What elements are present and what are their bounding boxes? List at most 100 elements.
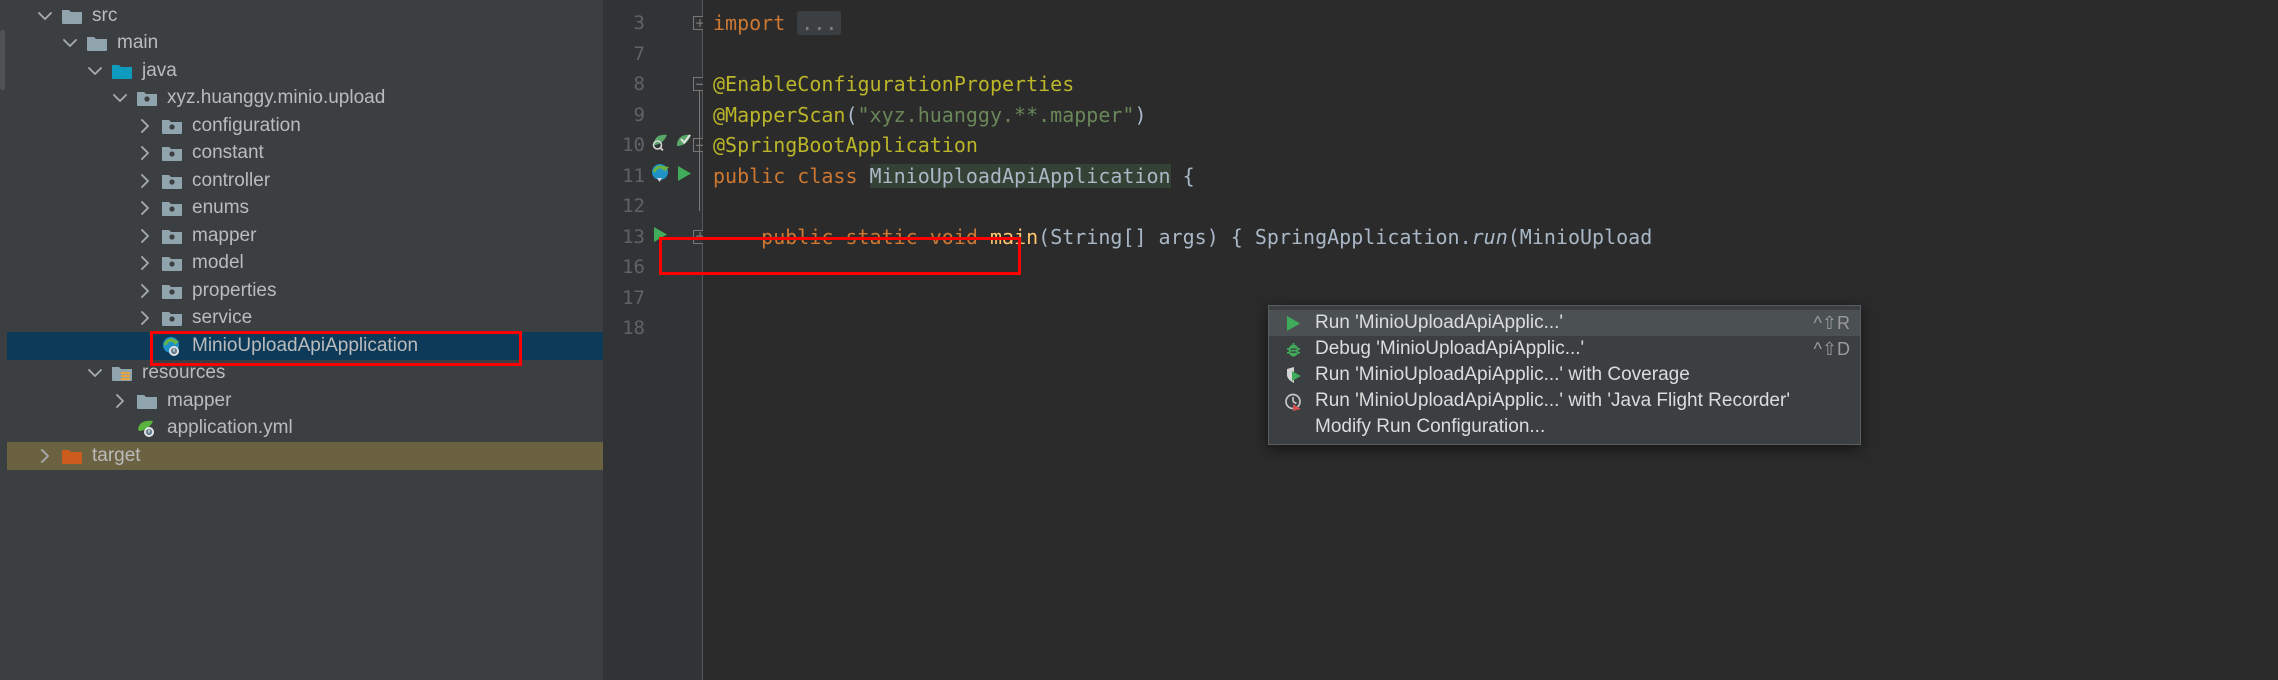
tree-item-xyz-huanggy-minio-upload[interactable]: xyz.huanggy.minio.upload xyxy=(7,85,603,113)
run-gutter-icon[interactable] xyxy=(675,164,694,188)
spring-bean-check-icon[interactable] xyxy=(674,133,693,157)
run-menu-item-label: Run 'MinioUploadApiApplic...' xyxy=(1315,312,1564,333)
code-line-11[interactable]: public class MinioUploadApiApplication { xyxy=(713,161,1195,192)
chevron-right-icon[interactable] xyxy=(135,171,155,191)
tree-item-miniouploadapiapplication[interactable]: MinioUploadApiApplication xyxy=(7,332,603,360)
package-icon xyxy=(161,143,185,163)
tree-item-label: MinioUploadApiApplication xyxy=(192,334,419,356)
tree-item-label: enums xyxy=(192,197,250,219)
run-menu-item-1[interactable]: Run 'MinioUploadApiApplic...' ^⇧R xyxy=(1269,310,1860,336)
tree-item-label: mapper xyxy=(167,389,232,411)
gutter-line-17[interactable]: 17 xyxy=(603,283,703,314)
coverage-icon xyxy=(1281,365,1305,385)
tree-item-properties[interactable]: properties xyxy=(7,277,603,305)
line-number: 9 xyxy=(633,103,645,126)
chevron-right-icon[interactable] xyxy=(135,308,155,328)
code-token: import xyxy=(713,11,798,36)
tree-item-mapper[interactable]: mapper xyxy=(7,222,603,250)
gutter-line-7[interactable]: 7 xyxy=(603,39,703,70)
code-line-13[interactable]: public static void main(String[] args) {… xyxy=(713,222,1652,253)
gutter-line-10[interactable]: 10 xyxy=(603,130,703,161)
excluded-folder-icon xyxy=(61,446,85,466)
code-line-8[interactable]: @EnableConfigurationProperties xyxy=(713,69,1074,100)
gutter-line-3[interactable]: 3 xyxy=(603,8,703,39)
line-number: 7 xyxy=(633,42,645,65)
code-line-9[interactable]: @MapperScan("xyz.huanggy.**.mapper") xyxy=(713,100,1147,131)
tree-item-src[interactable]: src xyxy=(7,2,603,30)
chevron-down-icon[interactable] xyxy=(85,61,105,81)
chevron-down-icon[interactable] xyxy=(60,33,80,53)
tree-scrollbar-thumb[interactable] xyxy=(0,30,5,90)
tree-item-service[interactable]: service xyxy=(7,305,603,333)
tree-item-enums[interactable]: enums xyxy=(7,195,603,223)
package-icon xyxy=(161,116,185,136)
gutter-icons[interactable] xyxy=(651,225,670,249)
tree-item-label: service xyxy=(192,307,253,329)
chevron-right-icon[interactable] xyxy=(135,226,155,246)
tree-item-resources[interactable]: resources xyxy=(7,360,603,388)
chevron-down-icon[interactable] xyxy=(35,6,55,26)
code-line-10[interactable]: @SpringBootApplication xyxy=(713,130,978,161)
run-menu-item-5[interactable]: Modify Run Configuration... xyxy=(1269,414,1860,440)
tree-item-java[interactable]: java xyxy=(7,57,603,85)
tree-item-target[interactable]: target xyxy=(7,442,603,470)
tree-item-main[interactable]: main xyxy=(7,30,603,58)
code-line-3[interactable]: import ... xyxy=(713,8,842,39)
chevron-right-icon[interactable] xyxy=(35,446,55,466)
chevron-right-icon[interactable] xyxy=(135,253,155,273)
debug-icon xyxy=(1281,339,1305,359)
chevron-right-icon[interactable] xyxy=(135,143,155,163)
code-token: @EnableConfigurationProperties xyxy=(713,72,1075,97)
run-menu-item-4[interactable]: Run 'MinioUploadApiApplic...' with 'Java… xyxy=(1269,388,1860,414)
line-number: 12 xyxy=(622,195,645,218)
run-menu-item-2[interactable]: Debug 'MinioUploadApiApplic...' ^⇧D xyxy=(1269,336,1860,362)
run-context-menu[interactable]: Run 'MinioUploadApiApplic...' ^⇧R Debug 'M… xyxy=(1268,305,1861,445)
code-token: ( xyxy=(845,102,858,127)
ide-window: src main java xyz.huanggy.minio.upload confi… xyxy=(0,0,2278,680)
package-icon xyxy=(161,198,185,218)
code-editor-pane[interactable]: 3 +7 8−9 10−11 12 13 +16 17 18 import ... @Enable… xyxy=(603,0,2278,680)
code-token: SpringApplication. xyxy=(1254,224,1472,249)
spring-boot-gutter-icon[interactable] xyxy=(651,163,671,188)
gutter-line-13[interactable]: 13 xyxy=(603,222,703,253)
tree-item-controller[interactable]: controller xyxy=(7,167,603,195)
code-token: { xyxy=(1170,163,1195,188)
package-icon xyxy=(161,171,185,191)
tree-item-application-yml[interactable]: application.yml xyxy=(7,415,603,443)
gutter-line-8[interactable]: 8 xyxy=(603,69,703,100)
gutter-line-16[interactable]: 16 xyxy=(603,252,703,283)
chevron-right-icon[interactable] xyxy=(135,198,155,218)
gutter-icons[interactable] xyxy=(651,163,694,188)
package-icon xyxy=(161,253,185,273)
tree-item-model[interactable]: model xyxy=(7,250,603,278)
spring-bean-search-icon[interactable] xyxy=(651,133,670,157)
gutter-line-18[interactable]: 18 xyxy=(603,313,703,344)
chevron-right-icon[interactable] xyxy=(135,281,155,301)
project-tree-pane: src main java xyz.huanggy.minio.upload confi… xyxy=(0,0,603,680)
line-number: 16 xyxy=(622,256,645,279)
tree-item-mapper[interactable]: mapper xyxy=(7,387,603,415)
chevron-right-icon[interactable] xyxy=(135,116,155,136)
package-icon xyxy=(161,308,185,328)
gutter-line-11[interactable]: 11 xyxy=(603,161,703,192)
spring-boot-class-icon xyxy=(161,336,185,356)
chevron-down-icon[interactable] xyxy=(85,363,105,383)
run-menu-item-3[interactable]: Run 'MinioUploadApiApplic...' with Cover… xyxy=(1269,362,1860,388)
tree-item-configuration[interactable]: configuration xyxy=(7,112,603,140)
tree-item-constant[interactable]: constant xyxy=(7,140,603,168)
source-root-icon xyxy=(111,61,135,81)
chevron-down-icon[interactable] xyxy=(110,88,130,108)
code-token: ( xyxy=(1038,224,1051,249)
code-token: "xyz.huanggy.**.mapper" xyxy=(857,102,1135,127)
gutter-line-9[interactable]: 9 xyxy=(603,100,703,131)
tree-item-label: constant xyxy=(192,142,264,164)
code-token: MinioUploadApiApplication xyxy=(869,163,1171,188)
line-number: 11 xyxy=(622,164,645,187)
gutter-icons[interactable] xyxy=(651,133,693,157)
run-menu-item-label: Modify Run Configuration... xyxy=(1315,416,1546,437)
code-token: public xyxy=(713,224,846,249)
tree-scrollbar[interactable] xyxy=(0,0,7,680)
run-gutter-icon[interactable] xyxy=(651,225,670,249)
gutter-line-12[interactable]: 12 xyxy=(603,191,703,222)
chevron-right-icon[interactable] xyxy=(110,391,130,411)
